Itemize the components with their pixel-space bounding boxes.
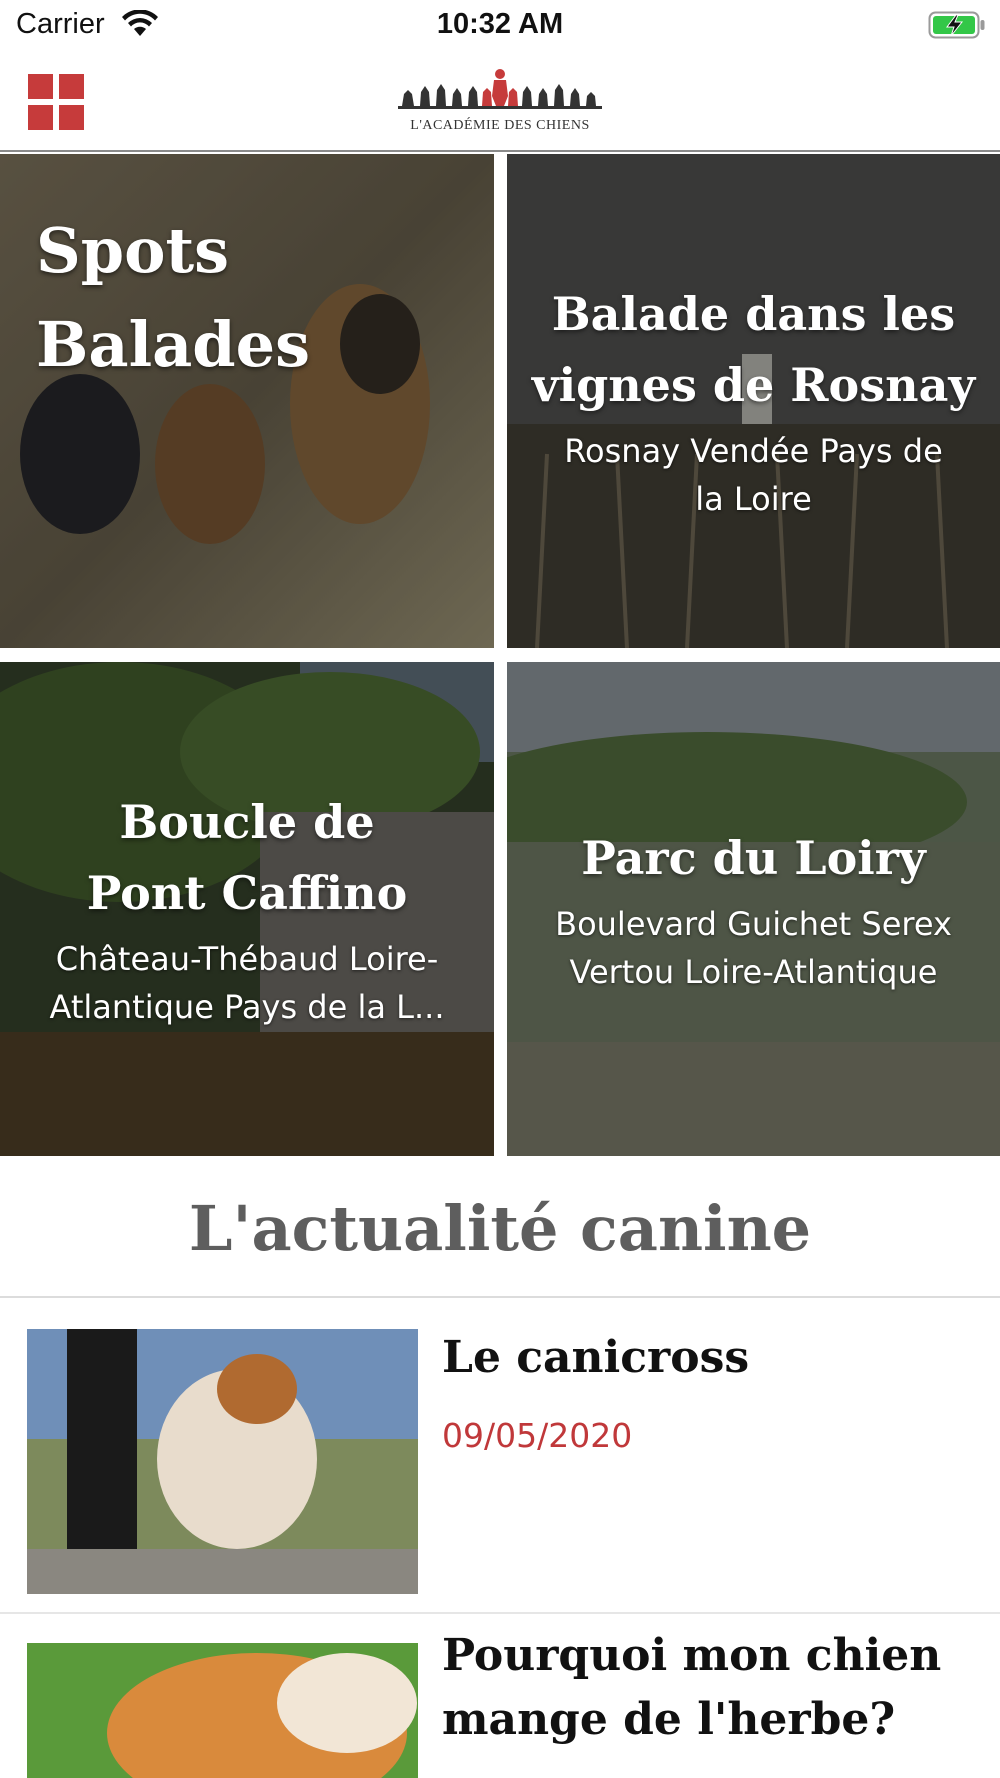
app-header: L'ACADÉMIE DES CHIENS [0, 50, 1000, 152]
spot-title: Balade dans les vignes de Rosnay [531, 287, 976, 412]
dog-eating-grass-photo [27, 1643, 418, 1778]
news-date: 09/05/2020 [442, 1416, 633, 1455]
news-item[interactable]: Pourquoi mon chien mange de l'herbe? [0, 1614, 1000, 1778]
canicross-photo [27, 1329, 418, 1594]
news-section-header: L'actualité canine [0, 1160, 1000, 1298]
spot-location: Rosnay Vendée Pays de la Loire [564, 432, 943, 518]
logo-text: L'ACADÉMIE DES CHIENS [410, 118, 590, 133]
battery-charging-icon [928, 11, 985, 39]
logo-dogs-icon [398, 69, 602, 109]
spot-location: Château-Thébaud Loire- Atlantique Pays d… [49, 940, 445, 1026]
status-time: 10:32 AM [436, 8, 564, 40]
spots-balades-title: Spots Balades [36, 214, 311, 381]
spots-balades-tile[interactable]: Spots Balades [0, 154, 494, 648]
spot-tile-rosnay[interactable]: Balade dans les vignes de Rosnay Rosnay … [507, 154, 1000, 648]
news-item[interactable]: Le canicross 09/05/2020 [0, 1300, 1000, 1612]
spot-tile-text: Boucle de Pont Caffino Château-Thébaud L… [0, 662, 494, 1156]
spot-tile-pont-caffino[interactable]: Boucle de Pont Caffino Château-Thébaud L… [0, 662, 494, 1156]
grid-menu-icon[interactable] [28, 74, 84, 130]
spot-tile-text: Balade dans les vignes de Rosnay Rosnay … [507, 154, 1000, 648]
spot-location: Boulevard Guichet Serex Vertou Loire-Atl… [555, 904, 952, 991]
spot-title: Parc du Loiry [581, 830, 926, 885]
spot-tile-text: Parc du Loiry Boulevard Guichet Serex Ve… [507, 662, 1000, 1156]
logo: L'ACADÉMIE DES CHIENS [390, 68, 610, 134]
news-heading: L'actualité canine [188, 1191, 812, 1265]
news-title: Pourquoi mon chien mange de l'herbe? [442, 1630, 942, 1745]
spot-title: Boucle de Pont Caffino [86, 795, 408, 920]
news-title: Le canicross [442, 1332, 750, 1383]
spot-tile-parc-du-loiry[interactable]: Parc du Loiry Boulevard Guichet Serex Ve… [507, 662, 1000, 1156]
status-bar: Carrier 10:32 AM [0, 0, 1000, 50]
